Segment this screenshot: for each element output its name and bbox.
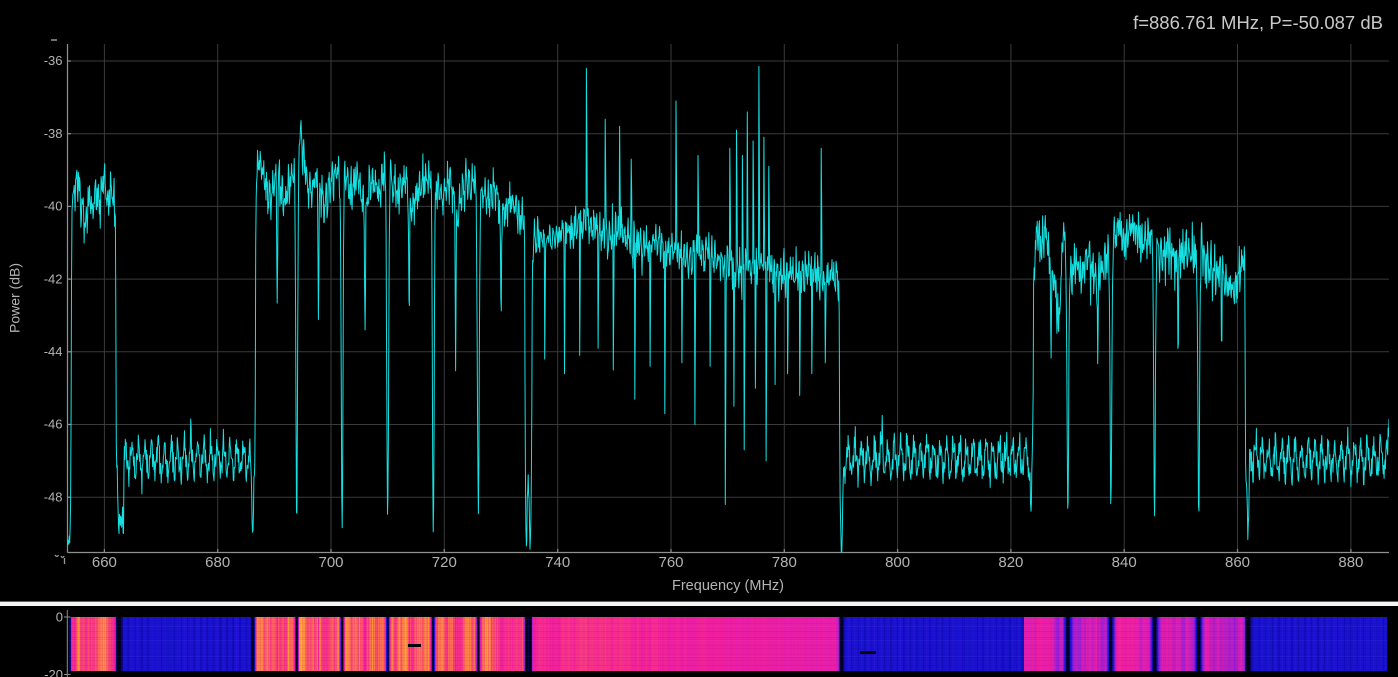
svg-text:Power (dB): Power (dB) bbox=[7, 263, 23, 333]
svg-text:-48: -48 bbox=[44, 489, 63, 504]
svg-text:0: 0 bbox=[56, 610, 63, 625]
svg-text:820: 820 bbox=[998, 554, 1023, 571]
svg-text:740: 740 bbox=[545, 554, 570, 571]
svg-text:860: 860 bbox=[1225, 554, 1250, 571]
svg-text:-20: -20 bbox=[44, 667, 63, 677]
svg-text:840: 840 bbox=[1112, 554, 1137, 571]
svg-text:700: 700 bbox=[318, 554, 343, 571]
svg-text:800: 800 bbox=[885, 554, 910, 571]
svg-text:-36: -36 bbox=[44, 53, 63, 68]
svg-text:680: 680 bbox=[205, 554, 230, 571]
svg-text:-40: -40 bbox=[44, 199, 63, 214]
svg-text:720: 720 bbox=[432, 554, 457, 571]
svg-text:Frequency (MHz): Frequency (MHz) bbox=[672, 578, 784, 594]
svg-text:660: 660 bbox=[92, 554, 117, 571]
svg-text:-44: -44 bbox=[44, 344, 63, 359]
svg-text:-42: -42 bbox=[44, 271, 63, 286]
svg-text:880: 880 bbox=[1338, 554, 1363, 571]
svg-text:760: 760 bbox=[658, 554, 683, 571]
svg-text:-38: -38 bbox=[44, 126, 63, 141]
svg-text:-46: -46 bbox=[44, 417, 63, 432]
svg-text:780: 780 bbox=[772, 554, 797, 571]
svg-text:f=886.761 MHz, P=-50.087 dB: f=886.761 MHz, P=-50.087 dB bbox=[1133, 12, 1383, 33]
